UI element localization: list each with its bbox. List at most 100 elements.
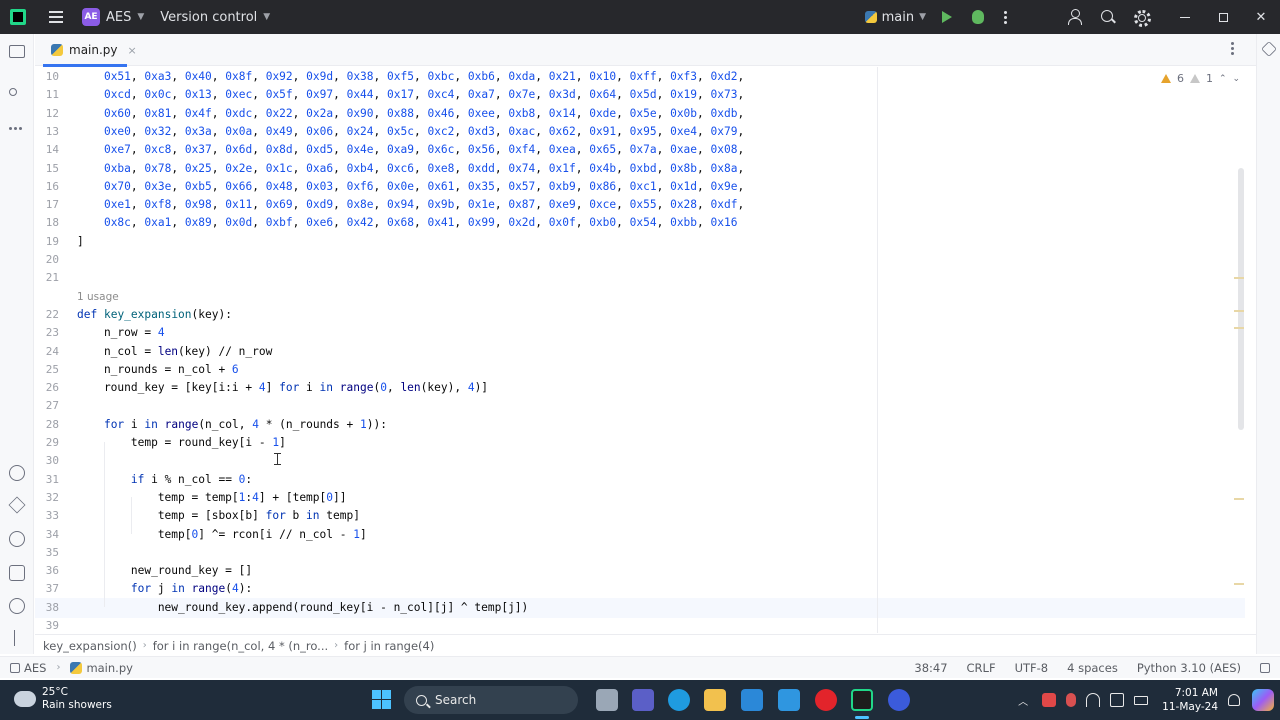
code-line[interactable]: 0x70, 0x3e, 0xb5, 0x66, 0x48, 0x03, 0xf6… bbox=[77, 180, 744, 193]
line-number[interactable]: 29 bbox=[35, 436, 59, 449]
opera-browser-icon[interactable] bbox=[815, 689, 837, 711]
chevron-down-icon[interactable]: ⌄ bbox=[1233, 74, 1241, 84]
chevron-up-icon[interactable]: ⌃ bbox=[1219, 74, 1227, 84]
indent-setting[interactable]: 4 spaces bbox=[1067, 661, 1118, 675]
line-number[interactable]: 35 bbox=[35, 546, 59, 559]
code-line[interactable]: new_round_key.append(round_key[i - n_col… bbox=[77, 601, 528, 614]
line-number[interactable]: 16 bbox=[35, 180, 59, 193]
line-number[interactable]: 17 bbox=[35, 198, 59, 211]
error-stripe-mark[interactable] bbox=[1234, 327, 1244, 329]
problems-icon[interactable] bbox=[9, 598, 25, 614]
wifi-icon[interactable] bbox=[1086, 693, 1101, 707]
line-number[interactable]: 24 bbox=[35, 345, 59, 358]
file-encoding[interactable]: UTF-8 bbox=[1015, 661, 1049, 675]
code-line[interactable]: n_rounds = n_col + 6 bbox=[77, 363, 239, 376]
tab-close-icon[interactable]: × bbox=[128, 44, 137, 57]
caret-position[interactable]: 38:47 bbox=[914, 661, 947, 675]
microphone-icon[interactable] bbox=[1066, 693, 1077, 707]
project-selector[interactable]: AE AES ▼ bbox=[82, 8, 144, 26]
taskbar-search[interactable]: Search bbox=[404, 686, 578, 714]
run-icon[interactable] bbox=[942, 11, 952, 23]
sync-app-icon[interactable] bbox=[1042, 693, 1057, 707]
debug-icon[interactable] bbox=[972, 10, 984, 24]
line-number[interactable]: 38 bbox=[35, 601, 59, 614]
line-number[interactable]: 22 bbox=[35, 308, 59, 321]
breadcrumb-item[interactable]: key_expansion() bbox=[43, 639, 137, 653]
tab-main-py[interactable]: main.py × bbox=[43, 34, 145, 67]
code-line[interactable]: 0xcd, 0x0c, 0x13, 0xec, 0x5f, 0x97, 0x44… bbox=[77, 88, 744, 101]
code-line[interactable]: for i in range(n_col, 4 * (n_rounds + 1)… bbox=[77, 418, 387, 431]
code-line[interactable]: temp = round_key[i - 1] bbox=[77, 436, 286, 449]
more-actions-icon[interactable] bbox=[1004, 10, 1007, 24]
line-number[interactable]: 34 bbox=[35, 528, 59, 541]
version-control-menu[interactable]: Version control ▼ bbox=[160, 10, 270, 25]
tab-options-icon[interactable] bbox=[1231, 42, 1234, 55]
code-line[interactable]: n_col = len(key) // n_row bbox=[77, 345, 272, 358]
code-line[interactable]: 0x51, 0xa3, 0x40, 0x8f, 0x92, 0x9d, 0x38… bbox=[77, 70, 744, 83]
line-number[interactable]: 32 bbox=[35, 491, 59, 504]
line-number[interactable]: 15 bbox=[35, 162, 59, 175]
code-line[interactable]: if i % n_col == 0: bbox=[77, 473, 252, 486]
code-line[interactable]: def key_expansion(key): bbox=[77, 308, 232, 321]
line-number[interactable]: 30 bbox=[35, 454, 59, 467]
line-number[interactable]: 12 bbox=[35, 107, 59, 120]
code-line[interactable]: 0xe7, 0xc8, 0x37, 0x6d, 0x8d, 0xd5, 0x4e… bbox=[77, 143, 744, 156]
line-number[interactable]: 11 bbox=[35, 88, 59, 101]
line-separator[interactable]: CRLF bbox=[967, 661, 996, 675]
mysql-workbench-icon[interactable] bbox=[778, 689, 800, 711]
file-explorer-icon[interactable] bbox=[704, 689, 726, 711]
terminal-icon[interactable] bbox=[9, 565, 25, 581]
line-number[interactable]: 26 bbox=[35, 381, 59, 394]
code-line[interactable]: temp = [sbox[b] for b in temp] bbox=[77, 509, 360, 522]
more-tools-icon[interactable] bbox=[9, 120, 25, 136]
line-number[interactable]: 39 bbox=[35, 619, 59, 632]
line-number[interactable]: 37 bbox=[35, 582, 59, 595]
code-with-me-icon[interactable] bbox=[1067, 9, 1083, 25]
battery-icon[interactable] bbox=[1134, 695, 1149, 705]
line-number[interactable]: 14 bbox=[35, 143, 59, 156]
line-number[interactable]: 21 bbox=[35, 271, 59, 284]
edge-browser-icon[interactable] bbox=[668, 689, 690, 711]
task-view-icon[interactable] bbox=[596, 689, 618, 711]
line-number[interactable]: 23 bbox=[35, 326, 59, 339]
code-line[interactable]: temp = temp[1:4] + [temp[0]] bbox=[77, 491, 347, 504]
git-icon[interactable] bbox=[14, 630, 16, 646]
error-stripe-mark[interactable] bbox=[1234, 310, 1244, 312]
code-line[interactable]: ] bbox=[77, 235, 84, 248]
zoom-icon[interactable] bbox=[888, 689, 910, 711]
search-icon[interactable] bbox=[1100, 9, 1116, 25]
show-hidden-icons-chevron-icon[interactable]: ︿ bbox=[1018, 693, 1028, 708]
code-line[interactable]: temp[0] ^= rcon[i // n_col - 1] bbox=[77, 528, 367, 541]
code-line[interactable]: new_round_key = [] bbox=[77, 564, 252, 577]
minimize-button[interactable] bbox=[1166, 0, 1204, 34]
project-folder-icon[interactable] bbox=[9, 45, 25, 58]
line-number[interactable]: 19 bbox=[35, 235, 59, 248]
line-number[interactable]: 31 bbox=[35, 473, 59, 486]
close-window-button[interactable]: ✕ bbox=[1242, 0, 1280, 34]
line-number[interactable]: 28 bbox=[35, 418, 59, 431]
line-number[interactable]: 27 bbox=[35, 399, 59, 412]
code-line[interactable]: for j in range(4): bbox=[77, 582, 252, 595]
line-number[interactable]: 10 bbox=[35, 70, 59, 83]
python-interpreter[interactable]: Python 3.10 (AES) bbox=[1137, 661, 1241, 675]
status-file[interactable]: main.py bbox=[86, 661, 133, 675]
code-line[interactable]: 0xba, 0x78, 0x25, 0x2e, 0x1c, 0xa6, 0xb4… bbox=[77, 162, 744, 175]
services-icon[interactable] bbox=[9, 531, 25, 547]
line-number[interactable]: 20 bbox=[35, 253, 59, 266]
read-only-lock-icon[interactable] bbox=[1260, 662, 1270, 673]
usage-hint[interactable]: 1 usage bbox=[77, 291, 119, 303]
breadcrumb-item[interactable]: for j in range(4) bbox=[344, 639, 434, 653]
error-stripe-mark[interactable] bbox=[1234, 277, 1244, 279]
python-packages-icon[interactable] bbox=[9, 465, 25, 481]
line-number[interactable]: 33 bbox=[35, 509, 59, 522]
restore-button[interactable] bbox=[1204, 0, 1242, 34]
volume-icon[interactable] bbox=[1110, 693, 1125, 707]
teams-icon[interactable] bbox=[632, 689, 654, 711]
weather-widget[interactable]: 25°C Rain showers bbox=[10, 686, 112, 712]
line-number[interactable]: 25 bbox=[35, 363, 59, 376]
breadcrumb-item[interactable]: for i in range(n_col, 4 * (n_ro... bbox=[153, 639, 328, 653]
code-line[interactable]: 0x60, 0x81, 0x4f, 0xdc, 0x22, 0x2a, 0x90… bbox=[77, 107, 744, 120]
windows-start-icon[interactable] bbox=[372, 690, 391, 709]
mail-icon[interactable] bbox=[741, 689, 763, 711]
main-menu-icon[interactable] bbox=[44, 5, 68, 29]
